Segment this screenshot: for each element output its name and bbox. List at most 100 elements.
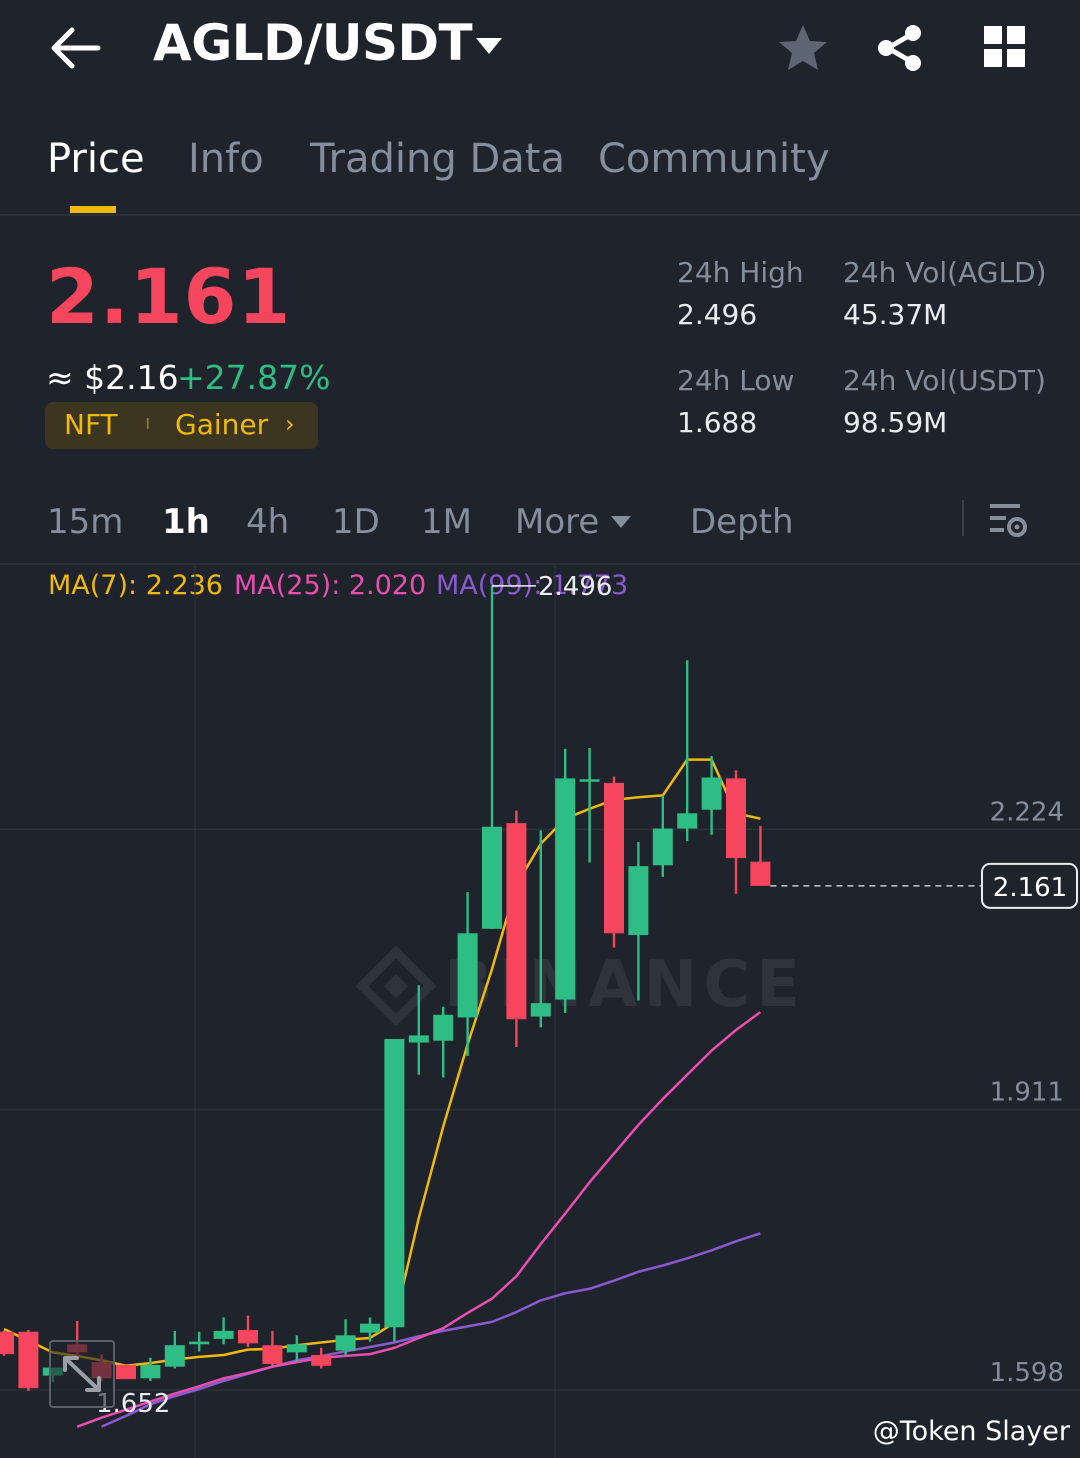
candle-body [238,1329,258,1344]
expand-icon [63,1356,101,1392]
candle-body [0,1331,14,1355]
candle [555,748,576,1013]
candle [311,1347,332,1369]
candle [701,756,722,835]
candle-body [652,828,673,866]
tab-community[interactable]: Community [598,136,830,182]
candle [238,1315,258,1347]
stat-high-value: 2.496 [677,298,758,331]
expand-chart-button[interactable] [49,1340,115,1408]
candle-body [677,813,698,829]
candle-body [433,1014,454,1041]
candle [262,1330,283,1366]
y-tick-label: 1.598 [990,1358,1064,1388]
candle [482,585,502,929]
candle [652,795,673,877]
last-price-badge-label: 2.161 [993,873,1067,903]
tag-separator: ı [145,410,151,434]
candle-body [506,823,527,1020]
chart-settings-icon[interactable] [986,500,1030,544]
candle-body [311,1355,332,1366]
interval-15m[interactable]: 15m [47,502,123,542]
candle-body [750,861,771,886]
candle-body [701,777,722,810]
active-tab-indicator [70,206,116,213]
stat-low-value: 1.688 [677,406,758,439]
candle-body [262,1345,283,1364]
interval-1h[interactable]: 1h [162,502,210,542]
candle [750,825,771,886]
stat-vol-base-label: 24h Vol(AGLD) [843,256,1047,289]
stat-vol-quote-value: 98.59M [843,406,948,439]
candle-body [335,1335,356,1351]
ma99-line [101,1232,761,1428]
back-arrow-icon [51,27,101,69]
grid-icon[interactable] [982,24,1028,74]
candle [677,660,698,842]
candle-body [628,866,649,936]
tag-gainer[interactable]: Gainer [175,408,268,441]
price-change-percent: +27.87% [177,358,331,397]
credit-watermark: @Token Slayer [872,1416,1070,1447]
candle [433,1006,454,1078]
interval-divider [962,500,964,536]
candle [116,1364,136,1380]
candle-body [726,778,746,859]
y-tick-label: 2.224 [990,797,1064,827]
tab-info[interactable]: Info [188,136,264,182]
ma7-line [3,758,761,1368]
star-icon[interactable] [776,22,830,78]
candle [0,1330,14,1356]
candlestick-chart[interactable]: 2.5392.2241.9111.598 2.4961.6522.161 [0,566,1080,1458]
candle-body [286,1344,307,1353]
candle-body [213,1330,234,1339]
back-button[interactable] [44,22,108,74]
chart-divider [0,563,1080,565]
candle-body [116,1364,136,1380]
more-caret-down-icon[interactable] [610,514,632,533]
chevron-right-icon[interactable]: › [285,410,295,438]
candle [530,830,551,1028]
candle-body [482,826,502,929]
candle-body [457,933,478,1018]
interval-4h[interactable]: 4h [246,502,289,542]
stat-vol-base-value: 45.37M [843,298,948,331]
usd-equivalent: ≈ $2.16 [46,358,179,397]
interval-1m[interactable]: 1M [421,502,472,542]
candle-body [140,1364,161,1379]
candle-body [18,1331,39,1389]
candle-body [604,782,624,934]
candle-body [555,778,576,1000]
last-price: 2.161 [46,252,292,341]
tab-trading-data[interactable]: Trading Data [310,136,565,182]
candle [189,1331,210,1352]
candle [457,892,478,1056]
candle-body [360,1323,380,1333]
candle-body [408,1035,429,1043]
tab-price[interactable]: Price [47,136,145,182]
stat-low-label: 24h Low [677,364,795,397]
caret-down-icon[interactable] [474,36,504,62]
candle [213,1317,234,1345]
y-tick-label: 1.911 [990,1078,1064,1108]
tag-nft[interactable]: NFT [64,408,118,441]
candle [384,1038,405,1342]
pair-selector[interactable]: AGLD/USDT [153,14,473,72]
candle-body [189,1341,210,1345]
candle-body [164,1345,185,1367]
interval-1d[interactable]: 1D [332,502,380,542]
interval-more[interactable]: More [515,502,599,542]
share-icon[interactable] [874,22,926,78]
candle-body [384,1038,405,1328]
interval-depth[interactable]: Depth [690,502,794,542]
stat-vol-quote-label: 24h Vol(USDT) [843,364,1046,397]
stat-high-label: 24h High [677,256,804,289]
candle-body [530,1003,551,1017]
candle-body [579,779,600,782]
candle [164,1330,185,1369]
candle [604,776,624,948]
high-marker-label: 2.496 [538,572,612,602]
tabs-divider [0,214,1080,216]
candle [506,810,527,1048]
candle [335,1319,356,1356]
